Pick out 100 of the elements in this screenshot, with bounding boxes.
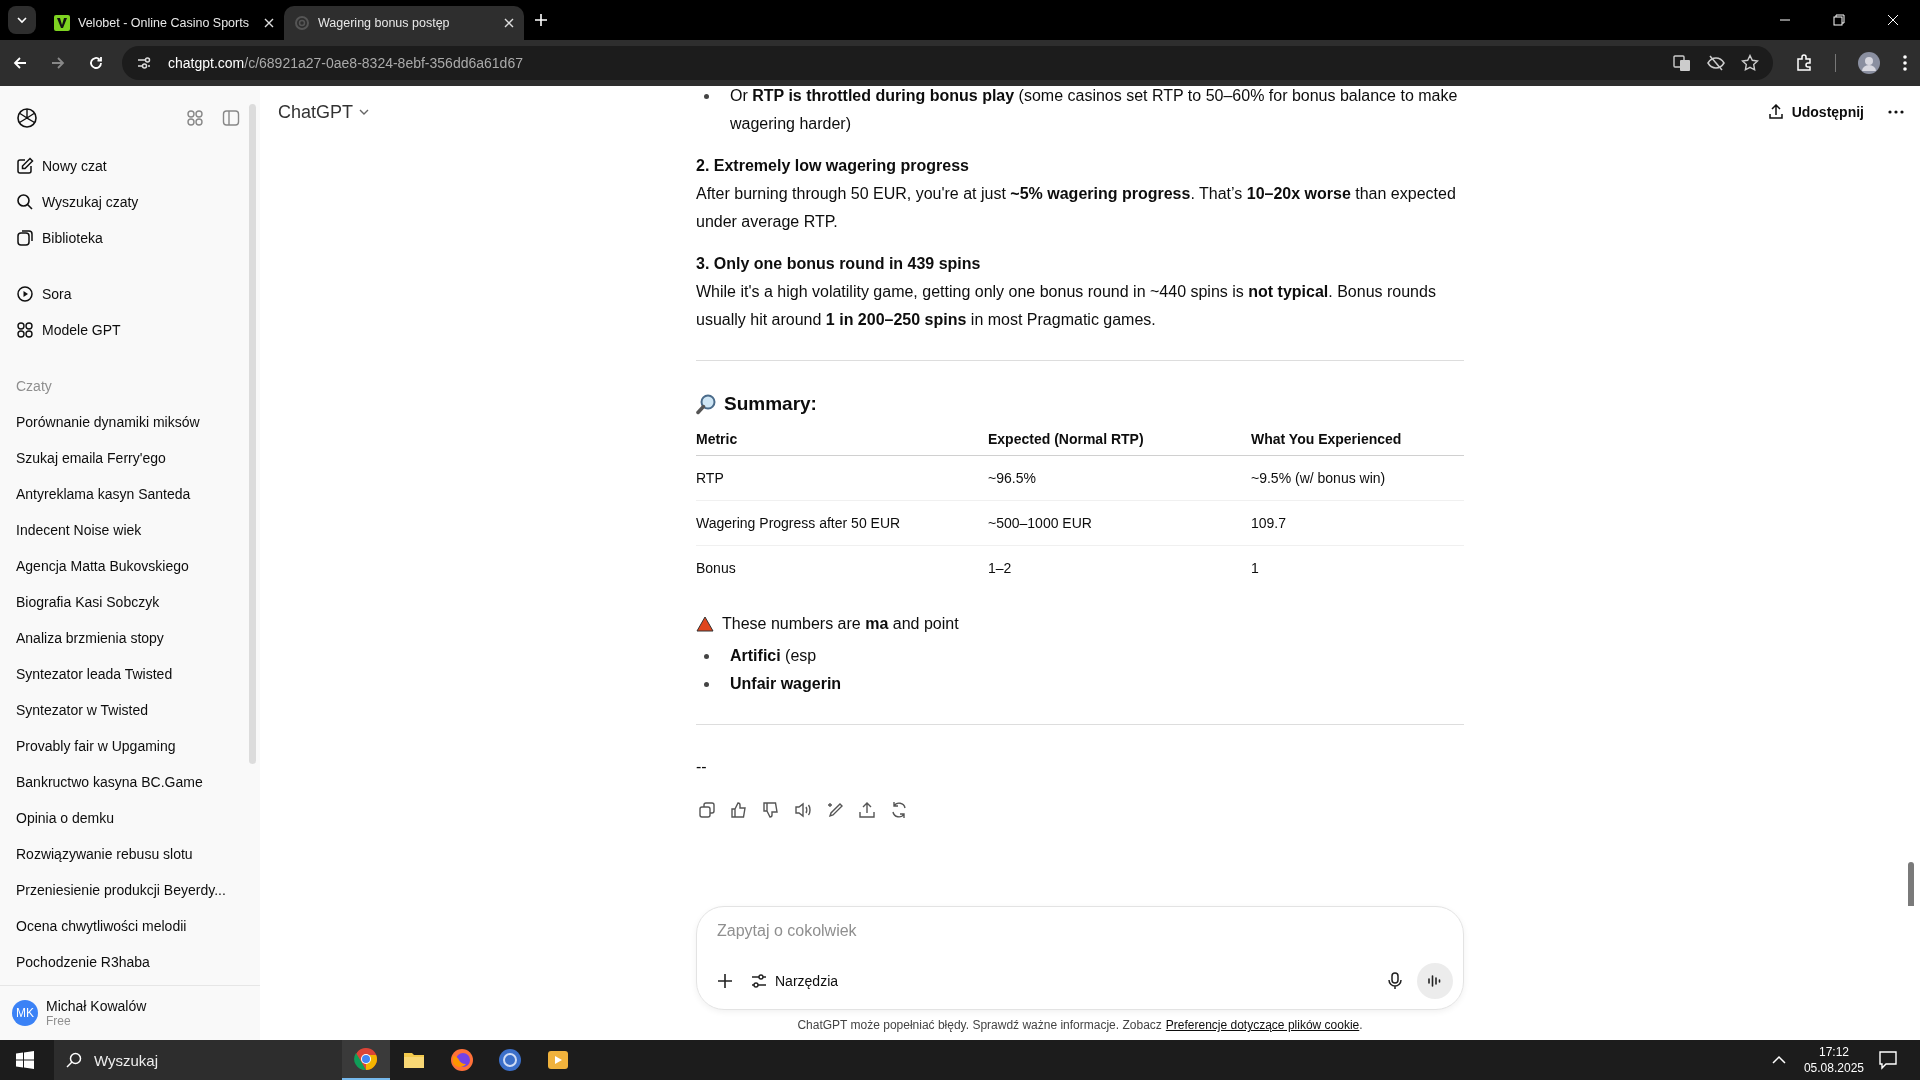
chat-item[interactable]: Opinia o demku — [8, 800, 252, 836]
table-cell: 1–2 — [988, 545, 1251, 590]
more-icon[interactable] — [1888, 110, 1904, 114]
star-icon[interactable] — [1741, 54, 1759, 72]
table-cell: 109.7 — [1251, 500, 1464, 546]
avatar-icon[interactable] — [1858, 52, 1880, 74]
chat-item[interactable]: Analiza brzmienia stopy — [8, 620, 252, 656]
speaker-icon[interactable] — [794, 801, 812, 819]
chat-item[interactable]: Ocena chwytliwości melodii — [8, 908, 252, 944]
microphone-icon[interactable] — [1387, 972, 1403, 990]
logo-icon[interactable] — [16, 107, 38, 129]
heading: 3. Only one bonus round in 439 spins — [696, 254, 982, 274]
pencil-sparkle-icon[interactable] — [826, 801, 844, 819]
bullet-text: Artifici (esp — [730, 646, 817, 666]
address-bar[interactable]: chatgpt.com/c/68921a27-0ae8-8324-8ebf-356dd6a61d67 — [122, 46, 1773, 80]
table-cell: ~9.5% (w/ bonus win) — [1251, 455, 1464, 501]
clock-time: 17:12 — [1818, 1044, 1849, 1060]
heading: 2. Extremely low wagering progress — [696, 156, 970, 176]
new-tab-icon[interactable] — [534, 13, 548, 27]
column-header: Metric — [696, 423, 988, 456]
forward-icon[interactable] — [50, 55, 66, 71]
taskbar-search[interactable]: Wyszukaj — [54, 1040, 342, 1080]
clock-date: 05.08.2025 — [1803, 1060, 1864, 1076]
back-icon[interactable] — [12, 55, 28, 71]
column-header: What You Experienced — [1251, 423, 1464, 456]
chevron-icon — [359, 107, 370, 117]
table-cell: 1 — [1251, 545, 1464, 590]
column-header: Expected (Normal RTP) — [988, 423, 1251, 456]
upload-icon[interactable] — [858, 801, 876, 819]
plus-icon[interactable] — [717, 973, 733, 989]
chat-item[interactable]: Antyreklama kasyn Santeda — [8, 476, 252, 512]
chat-item[interactable]: Porównanie dynamiki miksów — [8, 404, 252, 440]
chat-item[interactable]: Rozwiązywanie rebusu slotu — [8, 836, 252, 872]
puzzle-icon[interactable] — [1795, 54, 1813, 72]
voice-button[interactable] — [1417, 963, 1453, 999]
bullet-icon — [704, 654, 709, 659]
sidebar-item[interactable]: Nowy czat — [8, 148, 252, 184]
upload-icon — [1767, 104, 1784, 120]
section-heading: Summary: — [724, 392, 817, 416]
sidebar-item[interactable]: Wyszukaj czaty — [8, 184, 252, 220]
close-icon[interactable] — [264, 18, 274, 28]
sidebar-item[interactable]: Modele GPT — [8, 312, 252, 348]
refresh-icon[interactable] — [890, 801, 908, 819]
user-avatar: MK — [12, 1000, 38, 1026]
table-cell: Wagering Progress after 50 EUR — [696, 500, 988, 546]
chat-item[interactable]: Szukaj emaila Ferry'ego — [8, 440, 252, 476]
translate-icon[interactable] — [1673, 54, 1691, 72]
sidebar-toggle-icon[interactable] — [222, 109, 240, 127]
thumbs-up-icon[interactable] — [730, 801, 748, 819]
chat-item[interactable]: Provably fair w Upgaming — [8, 728, 252, 764]
user-plan: Free — [46, 1014, 72, 1028]
site-settings-icon[interactable] — [136, 55, 152, 71]
bullet-text: Or RTP is throttled during bonus play (some casinos set RTP to 50–60% for bonus balance to make wagering harder) — [730, 86, 1459, 134]
reload-icon[interactable] — [88, 55, 104, 71]
warning-triangle-icon — [696, 616, 714, 632]
share-button[interactable]: Udostępnij — [1763, 98, 1868, 126]
paragraph: -- — [696, 757, 708, 777]
spiral-logo-icon — [294, 15, 310, 31]
play-icon — [546, 1048, 570, 1072]
table-cell: Bonus — [696, 545, 988, 590]
chat-item[interactable]: Indecent Noise wiek — [8, 512, 252, 548]
waveform-icon — [1427, 974, 1443, 988]
restore-icon[interactable] — [1833, 14, 1845, 26]
magnifier-icon — [696, 393, 718, 415]
paragraph: While it's a high volatility game, getting only one bonus round in ~440 spins is not typical. Bonus rounds usually hit around 1 in 200–250 spins in most Pragmatic games. — [696, 282, 1437, 330]
browser-tab[interactable]: Velobet - Online Casino Sports — [44, 6, 284, 40]
tools-button[interactable]: Narzędzia — [747, 969, 843, 993]
chat-item[interactable]: Syntezator w Twisted — [8, 692, 252, 728]
sidebar-item[interactable]: Biblioteka — [8, 220, 252, 256]
grid-icon[interactable] — [186, 109, 204, 127]
chevron-up-icon[interactable] — [1771, 1055, 1786, 1065]
tab-list-button[interactable] — [8, 6, 36, 34]
pencil-square-icon — [16, 157, 34, 175]
chat-item[interactable]: Pochodzenie R3haba — [8, 944, 252, 980]
url-text: chatgpt.com/c/68921a27-0ae8-8324-8ebf-356dd6a61d67 — [168, 55, 523, 71]
chevron-down-icon — [16, 14, 28, 26]
section-label: Czaty — [15, 377, 53, 396]
scrollbar[interactable] — [249, 104, 256, 764]
copy-icon[interactable] — [698, 801, 716, 819]
chat-item[interactable]: Biografia Kasi Sobczyk — [8, 584, 252, 620]
grid-icon — [16, 321, 34, 339]
chat-item[interactable]: Agencja Matta Bukovskiego — [8, 548, 252, 584]
notification-icon[interactable] — [1878, 1050, 1898, 1070]
v-logo-icon — [54, 15, 70, 31]
more-icon[interactable] — [1902, 54, 1908, 72]
windows-icon[interactable] — [16, 1051, 34, 1069]
search-icon — [66, 1052, 82, 1068]
bullet-icon — [704, 682, 709, 687]
browser-tab[interactable]: Wagering bonus postęp — [284, 6, 524, 40]
ring-icon — [498, 1048, 522, 1072]
chat-item[interactable]: Syntezator leada Twisted — [8, 656, 252, 692]
taskbar-app[interactable] — [342, 1040, 390, 1080]
thumbs-down-icon[interactable] — [762, 801, 780, 819]
eye-crossed-icon[interactable] — [1707, 54, 1725, 72]
sidebar-item[interactable]: Sora — [8, 276, 252, 312]
model-selector[interactable]: ChatGPT — [276, 101, 370, 123]
close-icon[interactable] — [504, 18, 514, 28]
chat-item[interactable]: Bankructwo kasyna BC.Game — [8, 764, 252, 800]
chat-item[interactable]: Przeniesienie produkcji Beyerdy... — [8, 872, 252, 908]
images-icon — [16, 229, 34, 247]
